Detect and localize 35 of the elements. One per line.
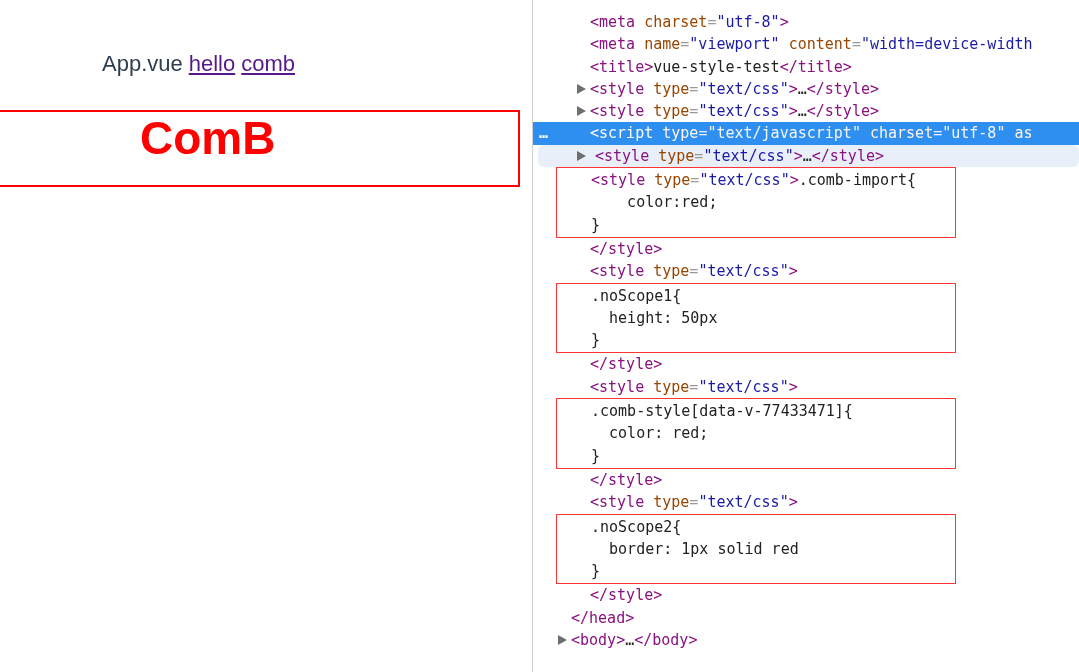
dom-node-row[interactable]: <body>…</body> bbox=[533, 629, 1079, 652]
dom-node-row[interactable]: <meta charset="utf-8"> bbox=[533, 11, 1079, 34]
expand-triangle-icon[interactable] bbox=[558, 635, 567, 645]
dom-node-row[interactable]: </style> bbox=[533, 584, 1079, 607]
code-line: } bbox=[590, 445, 602, 467]
code-line: <style type="text/css">.comb-import{ bbox=[590, 170, 918, 192]
expand-triangle-icon[interactable] bbox=[577, 83, 586, 94]
dom-node-row[interactable]: <style type="text/css"> bbox=[533, 491, 1079, 514]
dom-node-row[interactable]: <title>vue-style-test</title> bbox=[533, 55, 1079, 78]
code-line: border: 1px solid red bbox=[608, 538, 800, 560]
code-line: height: 50px bbox=[608, 307, 719, 329]
nav-link[interactable]: hello bbox=[188, 51, 236, 77]
dom-node-row[interactable]: </style> bbox=[533, 353, 1079, 376]
dom-node-row[interactable]: <style type="text/css"> bbox=[533, 260, 1079, 283]
code-line: } bbox=[590, 561, 602, 583]
component-title: ComB bbox=[139, 112, 276, 164]
dom-node-row[interactable]: <style type="text/css">…</style> bbox=[533, 100, 1079, 123]
dom-node-row[interactable]: </style> bbox=[533, 468, 1079, 492]
code-line: color: red; bbox=[608, 423, 710, 445]
expand-triangle-icon[interactable] bbox=[577, 106, 586, 117]
dom-node-row[interactable]: <meta name="viewport" content="width=device-width bbox=[533, 33, 1079, 56]
nav-link[interactable]: comb bbox=[241, 51, 295, 77]
dom-node-row[interactable]: </style> bbox=[533, 237, 1079, 261]
dom-node-row[interactable]: <style type="text/css">…</style> bbox=[533, 77, 1079, 101]
code-line: .comb-style[data-v-77433471]{ bbox=[590, 401, 854, 423]
code-line: } bbox=[590, 330, 602, 352]
code-line: .noScope1{ bbox=[590, 285, 683, 307]
expand-triangle-icon[interactable] bbox=[577, 150, 586, 161]
dom-node-row[interactable]: <style type="text/css">…</style> bbox=[538, 144, 1079, 168]
nav-label: App.vue bbox=[102, 51, 183, 77]
dom-node-row[interactable]: </head> bbox=[533, 606, 1079, 629]
dom-node-row[interactable]: <style type="text/css"> bbox=[533, 375, 1079, 399]
code-line: color:red; bbox=[626, 192, 719, 214]
code-line: } bbox=[590, 214, 602, 236]
code-line: .noScope2{ bbox=[590, 516, 683, 538]
